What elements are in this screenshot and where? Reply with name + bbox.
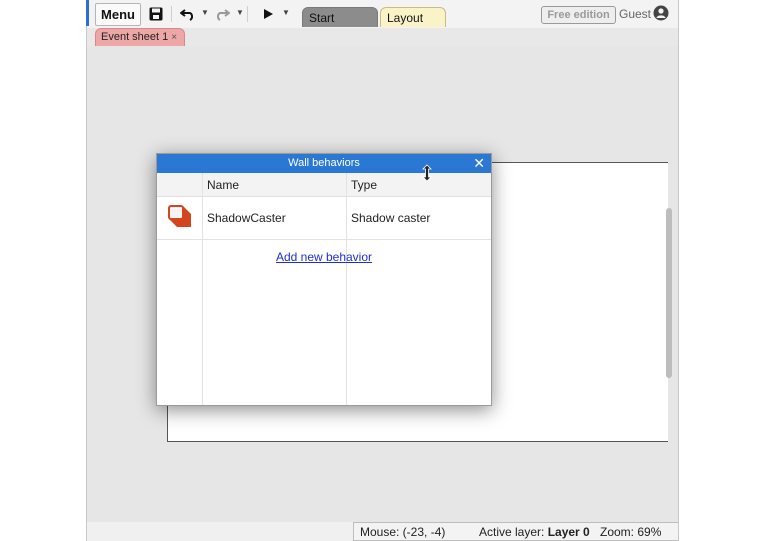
window-accent (86, 0, 89, 26)
dialog-title: Wall behaviors (288, 157, 360, 169)
undo-dropdown-icon[interactable]: ▼ (201, 8, 209, 17)
toolbar-separator (171, 6, 172, 22)
play-icon[interactable] (259, 5, 277, 23)
toolbar-separator (247, 6, 248, 22)
free-edition-badge[interactable]: Free edition (541, 6, 616, 24)
user-icon[interactable] (653, 5, 669, 21)
zoom-level: Zoom: 69% (600, 525, 662, 539)
behaviors-dialog: Wall behaviors ✕ Name Type ShadowCaster … (156, 153, 492, 406)
vertical-scrollbar[interactable] (666, 208, 672, 378)
behavior-name[interactable]: ShadowCaster (207, 211, 286, 225)
resize-cursor-icon (421, 164, 433, 182)
play-dropdown-icon[interactable]: ▼ (282, 8, 290, 17)
active-layer: Active layer: Layer 0 (479, 523, 590, 541)
redo-icon[interactable] (213, 5, 231, 23)
shadow-caster-icon (166, 202, 194, 230)
add-new-behavior-label[interactable]: Add new behavior (276, 250, 372, 264)
undo-icon[interactable] (179, 5, 197, 23)
save-icon[interactable] (147, 5, 165, 23)
behavior-type[interactable]: Shadow caster (351, 211, 430, 225)
dialog-title-bar[interactable]: Wall behaviors ✕ (157, 154, 491, 173)
mouse-position: Mouse: (-23, -4) (360, 525, 446, 539)
active-layer-label: Active layer: (479, 525, 545, 539)
status-bar: Mouse: (-23, -4) Active layer: Layer 0 Z… (353, 522, 678, 541)
tab-start-page[interactable]: Start page× (302, 7, 378, 45)
add-new-behavior-link[interactable]: Add new behavior (157, 250, 491, 264)
menu-button[interactable]: Menu (95, 3, 141, 26)
active-layer-value: Layer 0 (547, 525, 590, 539)
tab-layout-1[interactable]: Layout 1× (380, 7, 446, 45)
column-header-type[interactable]: Type (351, 178, 377, 192)
close-icon[interactable]: × (171, 32, 177, 43)
close-icon[interactable]: ✕ (473, 154, 485, 173)
tab-event-sheet-1[interactable]: Event sheet 1 × (95, 28, 185, 46)
tab-label: Event sheet 1 (101, 31, 169, 43)
toolbar: Menu ▼ ▼ ▼ Start Layout Free edition Gue… (87, 0, 678, 45)
column-header-name[interactable]: Name (207, 178, 239, 192)
guest-label[interactable]: Guest (619, 7, 651, 21)
document-tab-row: Event sheet 1 × (87, 28, 678, 46)
redo-dropdown-icon[interactable]: ▼ (236, 8, 244, 17)
